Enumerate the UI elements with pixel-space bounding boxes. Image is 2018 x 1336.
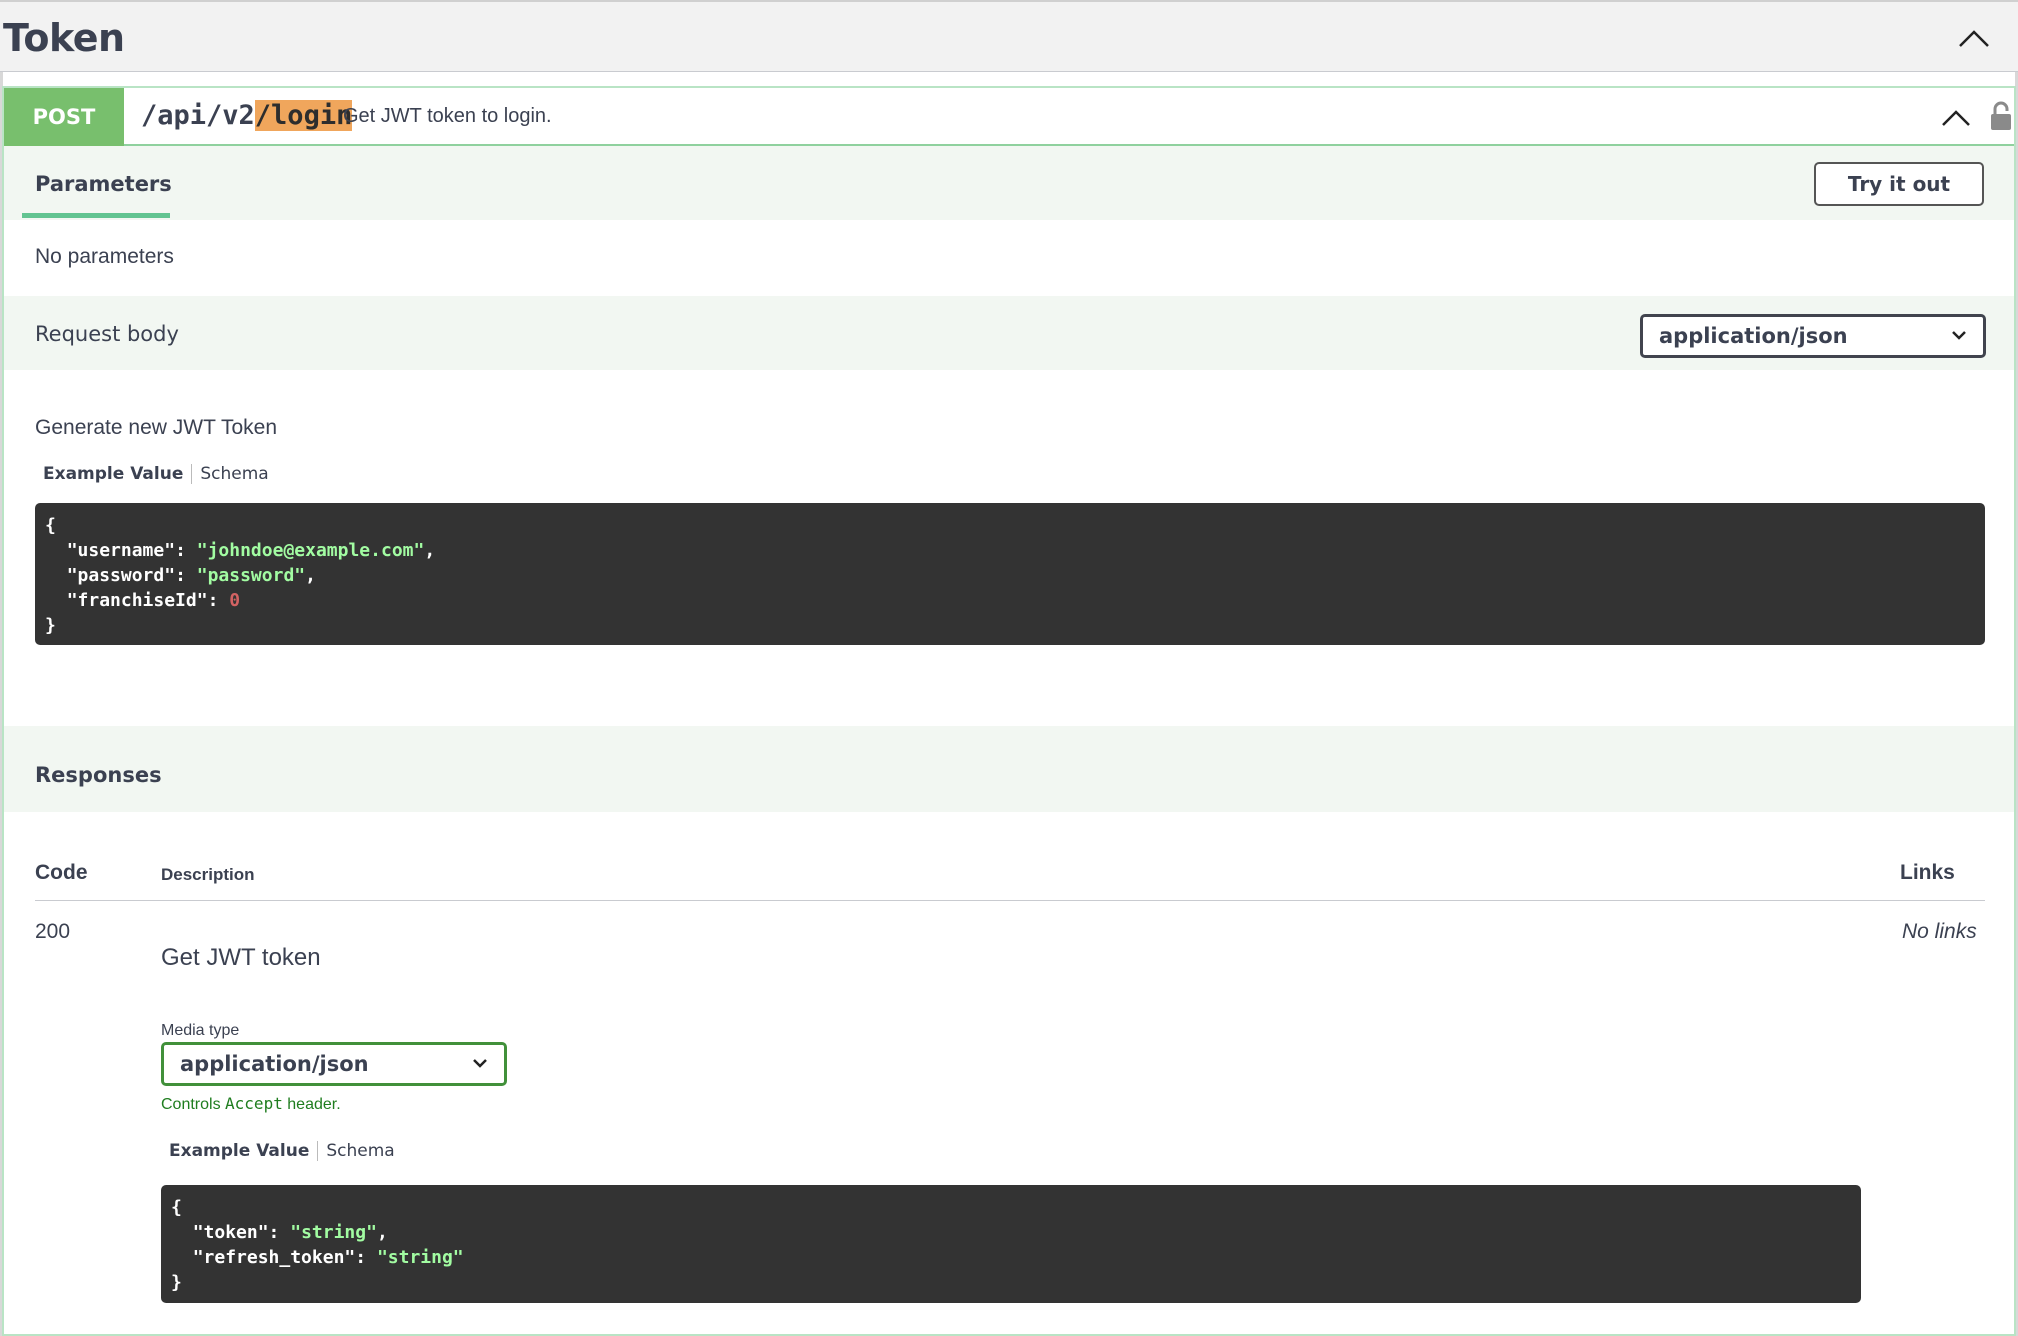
response-media-type-select[interactable]: application/json [161, 1042, 507, 1086]
controls-accept-note: Controls Accept header. [161, 1094, 341, 1113]
tab-example-value[interactable]: Example Value [43, 464, 193, 484]
response-media-type-value: application/json [180, 1052, 369, 1076]
col-header-links: Links [1900, 861, 1955, 884]
table-divider [35, 900, 1985, 901]
response-links: No links [1902, 920, 1977, 943]
parameters-body [4, 220, 2014, 296]
response-code: 200 [35, 920, 71, 943]
opblock-summary[interactable]: POST /api/v2/login Get JWT token to logi… [4, 88, 2014, 146]
path-highlight: /login [254, 100, 353, 131]
try-it-out-button[interactable]: Try it out [1814, 162, 1984, 206]
method-badge: POST [4, 88, 124, 146]
opblock-post-login: POST /api/v2/login Get JWT token to logi… [2, 86, 2016, 1336]
response-example-tabs: Example Value Schema [169, 1141, 395, 1161]
chevron-up-icon[interactable] [1956, 24, 1992, 52]
request-content-type-value: application/json [1659, 324, 1848, 348]
lock-icon[interactable] [1989, 100, 2013, 132]
request-body-description: Generate new JWT Token [35, 416, 278, 439]
tab-schema[interactable]: Schema [192, 464, 268, 484]
tab-parameters[interactable]: Parameters [35, 172, 172, 196]
parameters-header [4, 146, 2014, 220]
tab-schema[interactable]: Schema [318, 1141, 394, 1161]
request-content-type-select[interactable]: application/json [1640, 314, 1986, 358]
tag-title[interactable]: Token [3, 16, 125, 60]
path-prefix: /api/v2 [141, 100, 255, 131]
responses-title: Responses [35, 763, 162, 787]
responses-header [4, 738, 2014, 812]
response-example-code: { "token": "string", "refresh_token": "s… [161, 1185, 1861, 1303]
response-description: Get JWT token [161, 944, 321, 971]
no-parameters-text: No parameters [35, 245, 174, 268]
request-example-tabs: Example Value Schema [43, 464, 269, 484]
tag-header[interactable]: Token [0, 0, 2018, 72]
tab-example-value[interactable]: Example Value [169, 1141, 319, 1161]
operation-summary: Get JWT token to login. [343, 105, 552, 127]
chevron-up-icon[interactable] [1939, 102, 1973, 132]
chevron-down-icon [473, 1059, 487, 1068]
media-type-label: Media type [161, 1022, 240, 1039]
chevron-down-icon [1952, 331, 1966, 340]
request-body-label: Request body [35, 322, 179, 346]
tab-active-underline [22, 213, 170, 218]
col-header-description: Description [161, 865, 255, 884]
request-example-code: { "username": "johndoe@example.com", "pa… [35, 503, 1985, 645]
col-header-code: Code [35, 861, 88, 884]
operation-path: /api/v2/login [141, 100, 353, 131]
